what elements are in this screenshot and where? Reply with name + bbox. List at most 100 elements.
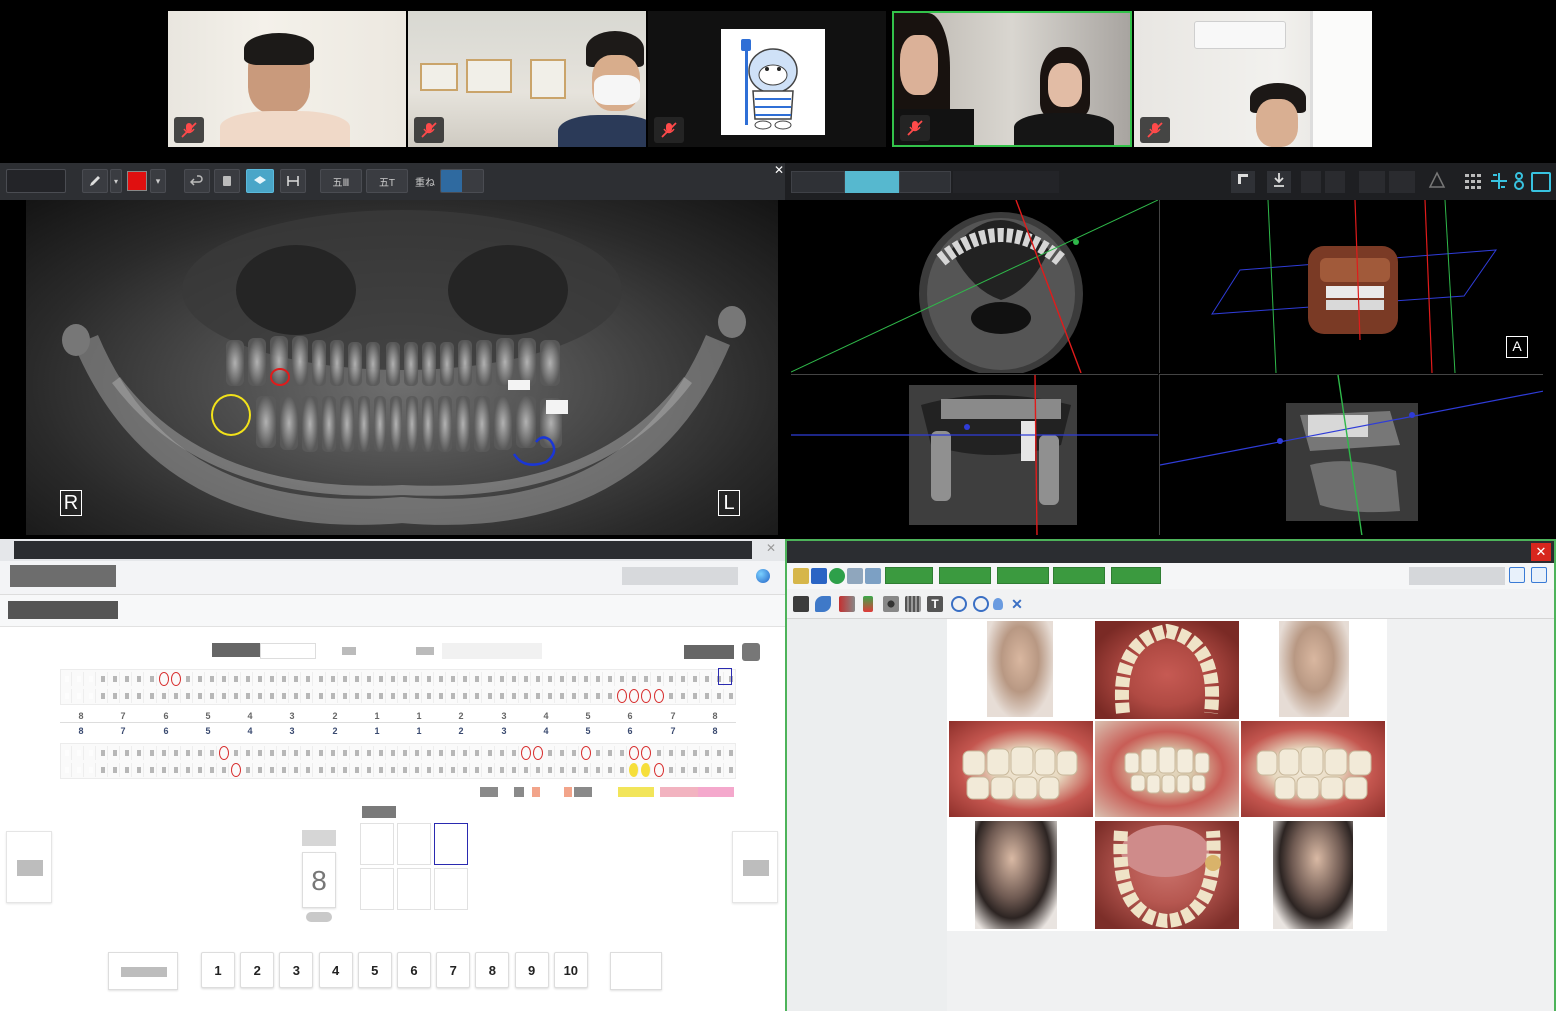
eraser-button[interactable] — [214, 169, 240, 193]
page-button-5[interactable]: 5 — [357, 952, 392, 988]
next-tooth-button[interactable] — [732, 831, 778, 903]
tooth-grid-cell[interactable] — [62, 689, 72, 703]
ct-tool-4[interactable] — [1325, 171, 1345, 193]
person-measure-icon[interactable] — [1511, 171, 1529, 193]
tooth-grid-cell[interactable] — [159, 763, 169, 777]
tooth-grid-cell[interactable] — [472, 689, 482, 703]
tooth-grid-cell[interactable] — [460, 672, 470, 686]
tooth-grid-cell[interactable] — [412, 689, 422, 703]
tooth-grid-cell[interactable] — [207, 763, 217, 777]
download-button[interactable] — [1267, 171, 1291, 193]
page-button-4[interactable]: 4 — [318, 952, 353, 988]
undo-button[interactable] — [184, 169, 210, 193]
scissors-icon[interactable] — [839, 596, 855, 612]
tooth-grid-cell[interactable] — [195, 763, 205, 777]
chart-control-5[interactable] — [442, 643, 542, 659]
tooth-grid-cell[interactable] — [497, 746, 507, 760]
tooth-grid-cell[interactable] — [726, 689, 736, 703]
grid-layout-icon[interactable] — [1463, 171, 1485, 193]
tooth-grid-cell[interactable] — [231, 746, 241, 760]
tooth-grid-cell[interactable] — [86, 672, 96, 686]
tooth-grid-cell[interactable] — [424, 689, 434, 703]
chart-control-2[interactable] — [260, 643, 316, 659]
tooth-grid-cell[interactable] — [316, 672, 326, 686]
tooth-grid-cell[interactable] — [328, 763, 338, 777]
tooth-grid-cell[interactable] — [291, 689, 301, 703]
tooth-grid-cell[interactable] — [400, 746, 410, 760]
right-buccal-photo[interactable] — [949, 721, 1093, 817]
brightness-icon[interactable] — [993, 598, 1003, 610]
face-photo-left-profile[interactable] — [1273, 821, 1353, 929]
dental-chart-close-icon[interactable]: ✕ — [764, 541, 778, 557]
zoom-out-icon[interactable] — [973, 596, 989, 612]
face-photo-front[interactable] — [987, 621, 1053, 717]
tooth-grid-cell[interactable] — [557, 672, 567, 686]
tooth-grid-cell[interactable] — [207, 689, 217, 703]
tooth-grid-cell[interactable] — [231, 689, 241, 703]
panoramic-xray[interactable]: R L — [26, 200, 778, 535]
tooth-grid-cell[interactable] — [460, 689, 470, 703]
tooth-grid-cell[interactable] — [195, 689, 205, 703]
overlay-slider[interactable] — [440, 169, 484, 193]
tooth-grid-cell[interactable] — [424, 763, 434, 777]
tooth-grid-cell[interactable] — [340, 672, 350, 686]
tooth-grid-cell[interactable] — [86, 746, 96, 760]
screenshot-icon[interactable] — [1531, 172, 1551, 192]
tooth-grid-cell[interactable] — [279, 746, 289, 760]
tooth-grid-cell[interactable] — [134, 746, 144, 760]
tooth-grid-cell[interactable] — [436, 763, 446, 777]
tooth-grid-cell[interactable] — [509, 689, 519, 703]
tooth-grid-cell[interactable] — [376, 746, 386, 760]
page-button-8[interactable]: 8 — [475, 952, 510, 988]
tooth-grid-cell[interactable] — [303, 672, 313, 686]
tooth-grid-cell[interactable] — [134, 672, 144, 686]
tooth-grid-cell[interactable] — [521, 672, 531, 686]
tooth-grid-cell[interactable] — [424, 746, 434, 760]
photo-action-button-3[interactable] — [997, 567, 1049, 584]
tooth-grid-cell[interactable] — [436, 689, 446, 703]
tooth-grid-cell[interactable] — [328, 746, 338, 760]
ct-tab-3[interactable] — [899, 171, 951, 193]
tooth-grid-cell[interactable] — [267, 689, 277, 703]
tooth-grid-cell[interactable] — [219, 746, 229, 760]
ct-tool-3[interactable] — [1301, 171, 1321, 193]
tooth-grid-cell[interactable] — [219, 672, 229, 686]
tooth-grid-cell[interactable] — [98, 746, 108, 760]
tooth-grid-cell[interactable] — [207, 672, 217, 686]
tooth-grid-cell[interactable] — [74, 763, 84, 777]
tooth-grid-cell[interactable] — [110, 763, 120, 777]
video-tile-2[interactable] — [408, 11, 646, 147]
tooth-grid-cell[interactable] — [569, 689, 579, 703]
tooth-grid-cell[interactable] — [74, 746, 84, 760]
tooth-grid-cell[interactable] — [376, 763, 386, 777]
tooth-grid-cell[interactable] — [255, 689, 265, 703]
tooth-grid-cell[interactable] — [654, 763, 664, 777]
tooth-grid-cell[interactable] — [388, 689, 398, 703]
tooth-grid-cell[interactable] — [243, 763, 253, 777]
photo-action-button-4[interactable] — [1053, 567, 1105, 584]
ct-3d-view[interactable]: A — [1159, 200, 1543, 373]
tooth-grid-cell[interactable] — [364, 672, 374, 686]
tooth-grid-cell[interactable] — [267, 746, 277, 760]
photo-action-button-1[interactable] — [885, 567, 933, 584]
tooth-grid-cell[interactable] — [364, 689, 374, 703]
tooth-grid-cell[interactable] — [726, 763, 736, 777]
tooth-grid-cell[interactable] — [533, 746, 543, 760]
surface-cell[interactable] — [360, 823, 394, 865]
tooth-grid-cell[interactable] — [171, 746, 181, 760]
tooth-grid-cell[interactable] — [557, 763, 567, 777]
tooth-grid-cell[interactable] — [666, 746, 676, 760]
selected-cell-marker[interactable] — [718, 668, 732, 685]
page-button-7[interactable]: 7 — [436, 952, 471, 988]
tooth-grid-cell[interactable] — [303, 746, 313, 760]
photo-search-field[interactable] — [1409, 567, 1505, 585]
tooth-grid-cell[interactable] — [557, 689, 567, 703]
tooth-grid-cell[interactable] — [98, 763, 108, 777]
tooth-grid-cell[interactable] — [702, 746, 712, 760]
gear-icon[interactable] — [883, 596, 899, 612]
tooth-grid-cell[interactable] — [303, 763, 313, 777]
ct-tab-1[interactable] — [791, 171, 845, 193]
tooth-grid-cell[interactable] — [654, 672, 664, 686]
display-icon[interactable] — [865, 568, 881, 584]
tooth-grid-cell[interactable] — [497, 672, 507, 686]
